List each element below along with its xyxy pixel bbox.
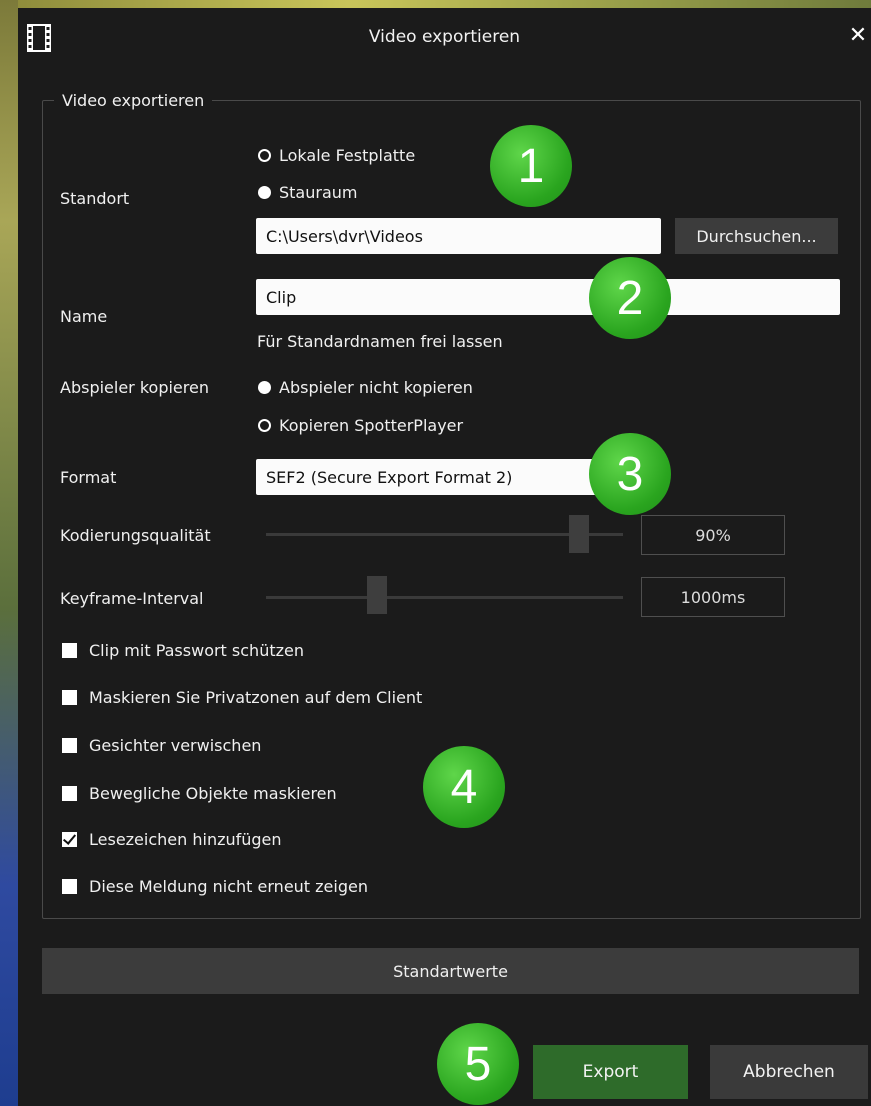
annotation-badge-5: 5 — [437, 1023, 519, 1105]
format-select[interactable]: SEF2 (Secure Export Format 2) — [256, 459, 609, 495]
quality-label: Kodierungsqualität — [60, 526, 211, 545]
annotation-badge-1: 1 — [490, 125, 572, 207]
desktop-background-top — [0, 0, 871, 8]
player-label: Abspieler kopieren — [60, 378, 209, 397]
radio-storage[interactable]: Stauraum — [258, 183, 357, 202]
close-button[interactable]: ✕ — [847, 24, 869, 48]
checkbox-password-label: Clip mit Passwort schützen — [89, 641, 304, 660]
radio-indicator — [258, 186, 271, 199]
checkbox-dont-show-again-label: Diese Meldung nicht erneut zeigen — [89, 877, 368, 896]
browse-button[interactable]: Durchsuchen... — [675, 218, 838, 254]
format-label: Format — [60, 468, 117, 487]
radio-local-disk-label: Lokale Festplatte — [279, 146, 416, 165]
annotation-badge-2: 2 — [589, 257, 671, 339]
annotation-badge-4: 4 — [423, 746, 505, 828]
name-hint: Für Standardnamen frei lassen — [257, 332, 503, 351]
checkbox-dont-show-again[interactable]: Diese Meldung nicht erneut zeigen — [62, 877, 368, 896]
radio-storage-label: Stauraum — [279, 183, 358, 202]
annotation-badge-3: 3 — [589, 433, 671, 515]
radio-spotterplayer[interactable]: Kopieren SpotterPlayer — [258, 416, 463, 435]
close-icon: ✕ — [848, 23, 868, 48]
checkbox-indicator — [62, 690, 77, 705]
checkbox-password[interactable]: Clip mit Passwort schützen — [62, 641, 304, 660]
checkbox-indicator — [62, 832, 77, 847]
checkbox-mask-moving[interactable]: Bewegliche Objekte maskieren — [62, 784, 337, 803]
cancel-button[interactable]: Abbrechen — [710, 1045, 868, 1099]
quality-slider-thumb[interactable] — [569, 515, 590, 553]
radio-no-player[interactable]: Abspieler nicht kopieren — [258, 378, 473, 397]
checkbox-privacy-zones-label: Maskieren Sie Privatzonen auf dem Client — [89, 688, 423, 707]
location-label: Standort — [60, 189, 130, 208]
dialog-title: Video exportieren — [368, 27, 521, 47]
checkbox-privacy-zones[interactable]: Maskieren Sie Privatzonen auf dem Client — [62, 688, 422, 707]
checkbox-indicator — [62, 738, 77, 753]
quality-value[interactable]: 90% — [641, 515, 785, 555]
export-button[interactable]: Export — [533, 1045, 688, 1099]
name-label: Name — [60, 307, 108, 326]
path-input[interactable]: C:\Users\dvr\Videos — [256, 218, 661, 254]
keyframe-label: Keyframe-Interval — [60, 589, 204, 608]
checkbox-bookmarks[interactable]: Lesezeichen hinzufügen — [62, 830, 282, 849]
keyframe-value[interactable]: 1000ms — [641, 577, 785, 617]
keyframe-slider-track[interactable] — [266, 596, 623, 599]
export-dialog: Video exportieren ✕ Video exportieren St… — [18, 8, 871, 1106]
group-legend: Video exportieren — [54, 91, 213, 110]
radio-indicator — [258, 419, 271, 432]
radio-spotterplayer-label: Kopieren SpotterPlayer — [279, 416, 464, 435]
radio-no-player-label: Abspieler nicht kopieren — [279, 378, 473, 397]
title-bar: Video exportieren ✕ — [18, 8, 871, 68]
checkbox-blur-faces[interactable]: Gesichter verwischen — [62, 736, 261, 755]
desktop-background-left — [0, 0, 18, 1106]
name-input[interactable]: Clip — [256, 279, 840, 315]
checkbox-bookmarks-label: Lesezeichen hinzufügen — [89, 830, 282, 849]
checkbox-indicator — [62, 786, 77, 801]
checkbox-indicator — [62, 643, 77, 658]
radio-local-disk[interactable]: Lokale Festplatte — [258, 146, 415, 165]
radio-indicator — [258, 149, 271, 162]
checkbox-mask-moving-label: Bewegliche Objekte maskieren — [89, 784, 337, 803]
radio-indicator — [258, 381, 271, 394]
checkbox-indicator — [62, 879, 77, 894]
checkbox-blur-faces-label: Gesichter verwischen — [89, 736, 262, 755]
defaults-button[interactable]: Standartwerte — [42, 948, 859, 994]
keyframe-slider-thumb[interactable] — [367, 576, 388, 614]
